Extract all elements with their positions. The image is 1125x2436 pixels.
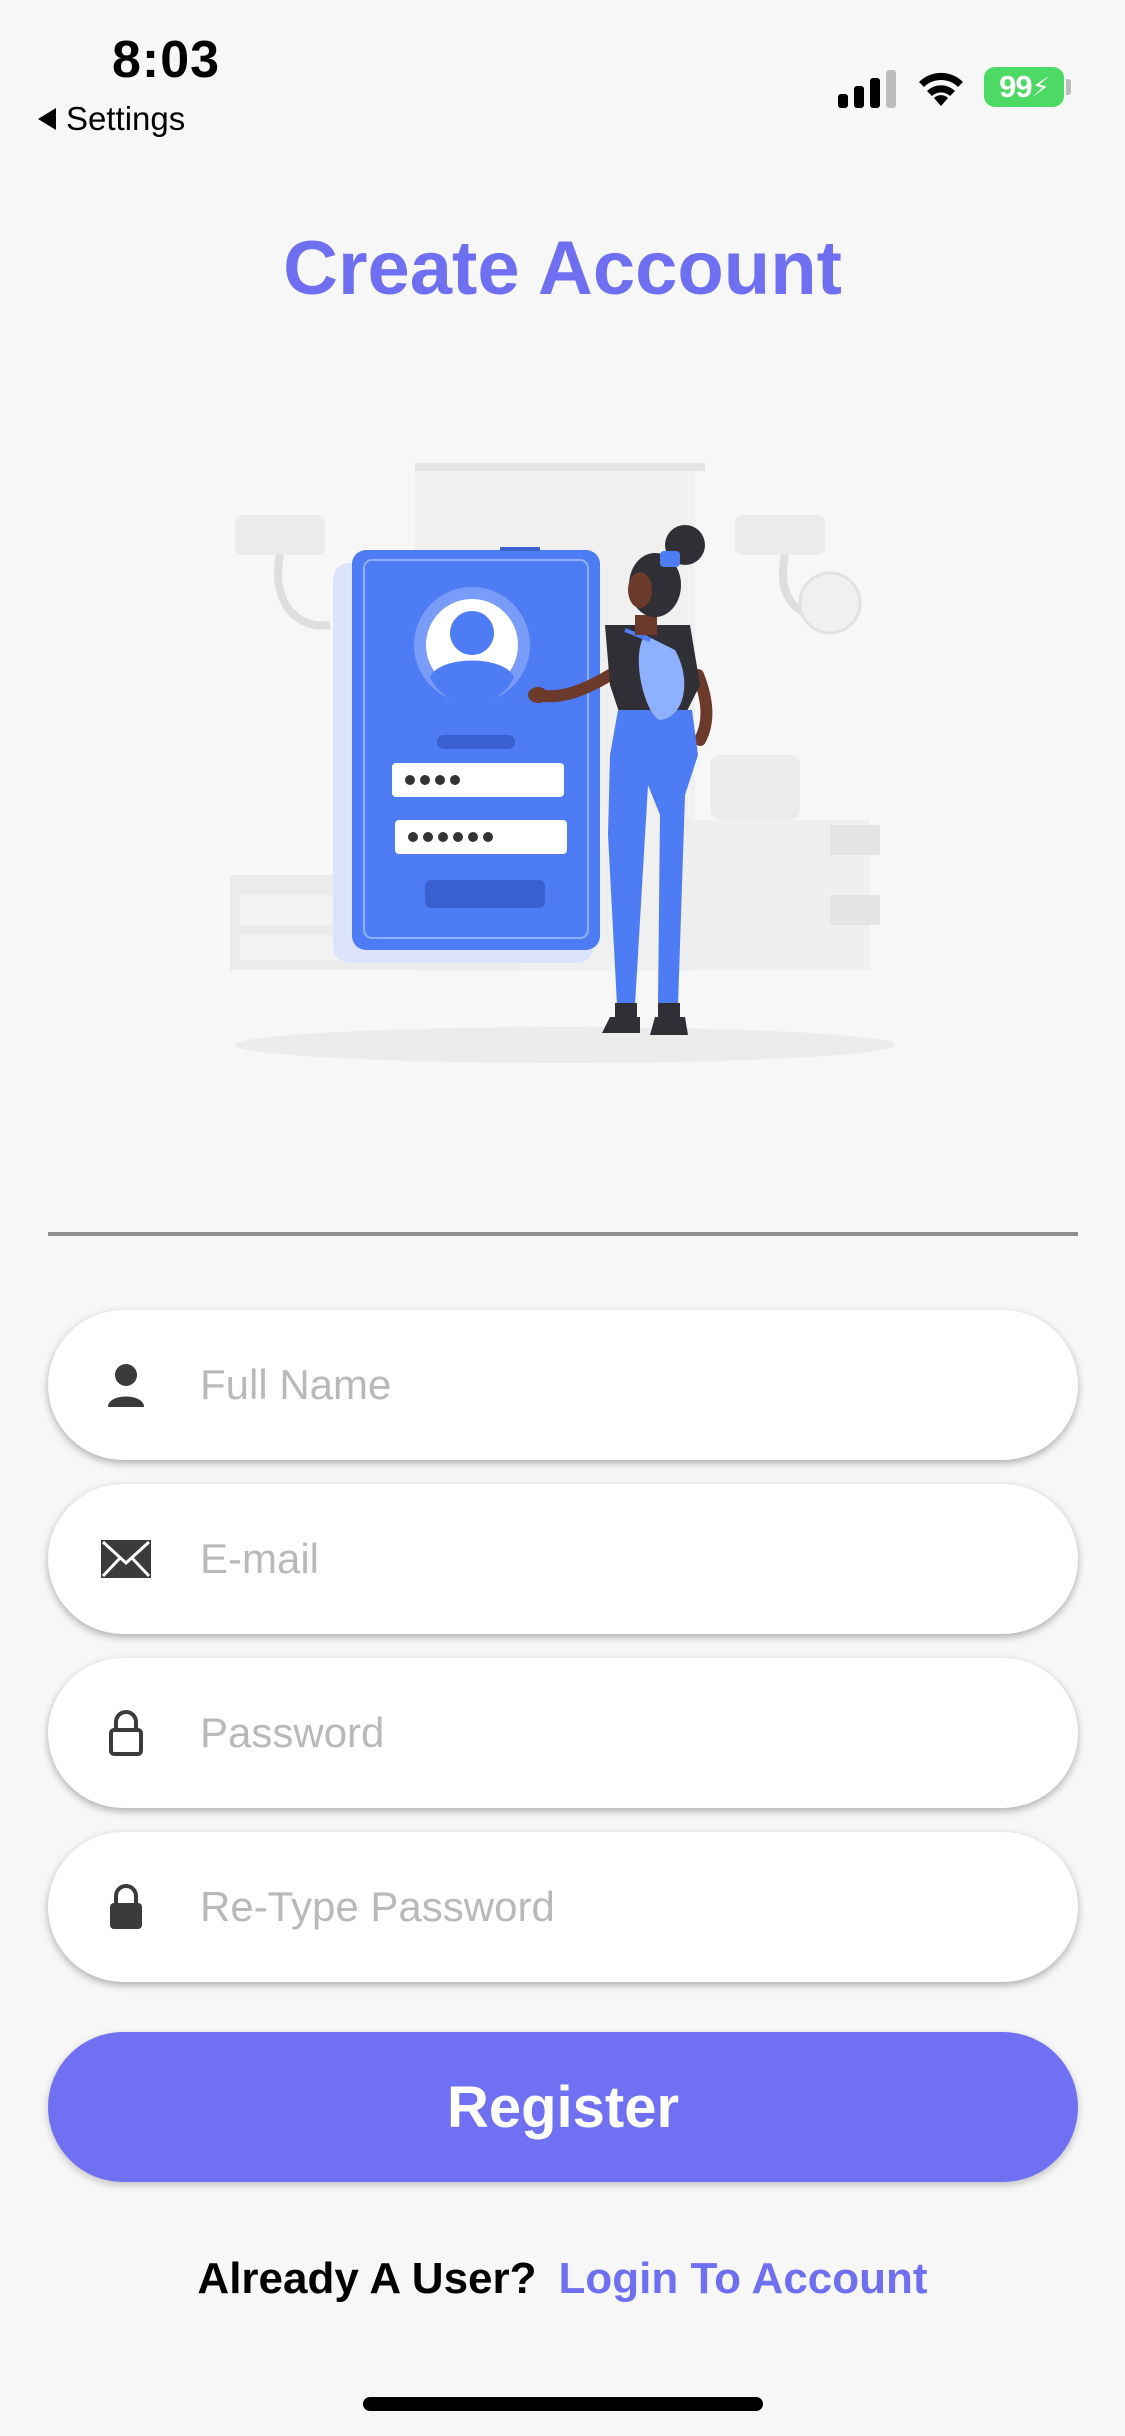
home-indicator[interactable] [363,2397,763,2411]
already-user-text: Already A User? [197,2254,537,2303]
full-name-field[interactable] [48,1310,1078,1460]
divider [48,1232,1078,1236]
login-prompt: Already A User? Login To Account [0,2254,1125,2304]
person-icon [100,1359,152,1411]
retype-password-input[interactable] [200,1832,1040,1982]
email-field[interactable] [48,1484,1078,1634]
envelope-icon [100,1533,152,1585]
cellular-signal-icon [838,70,896,108]
password-input[interactable] [200,1658,1040,1808]
full-name-input[interactable] [200,1310,1040,1460]
page-title: Create Account [283,226,842,311]
back-arrow-icon [38,108,56,130]
signup-illustration [230,463,895,1063]
battery-nub [1066,79,1071,95]
battery-level: 99 [999,69,1032,104]
retype-password-field[interactable] [48,1832,1078,1982]
battery-icon: 99 ⚡ [984,67,1064,107]
lock-icon [100,1881,152,1933]
email-input[interactable] [200,1484,1040,1634]
register-button[interactable]: Register [48,2032,1078,2182]
password-field[interactable] [48,1658,1078,1808]
back-to-settings-button[interactable]: Settings [38,100,185,138]
lock-open-icon [100,1707,152,1759]
login-link[interactable]: Login To Account [559,2254,928,2303]
register-screen: 8:03 Settings 99 ⚡ Create Account Full N… [0,0,1125,2436]
status-time: 8:03 [112,31,221,89]
back-label: Settings [66,100,186,137]
charging-bolt-icon: ⚡ [1031,71,1050,102]
wifi-icon [919,72,963,106]
